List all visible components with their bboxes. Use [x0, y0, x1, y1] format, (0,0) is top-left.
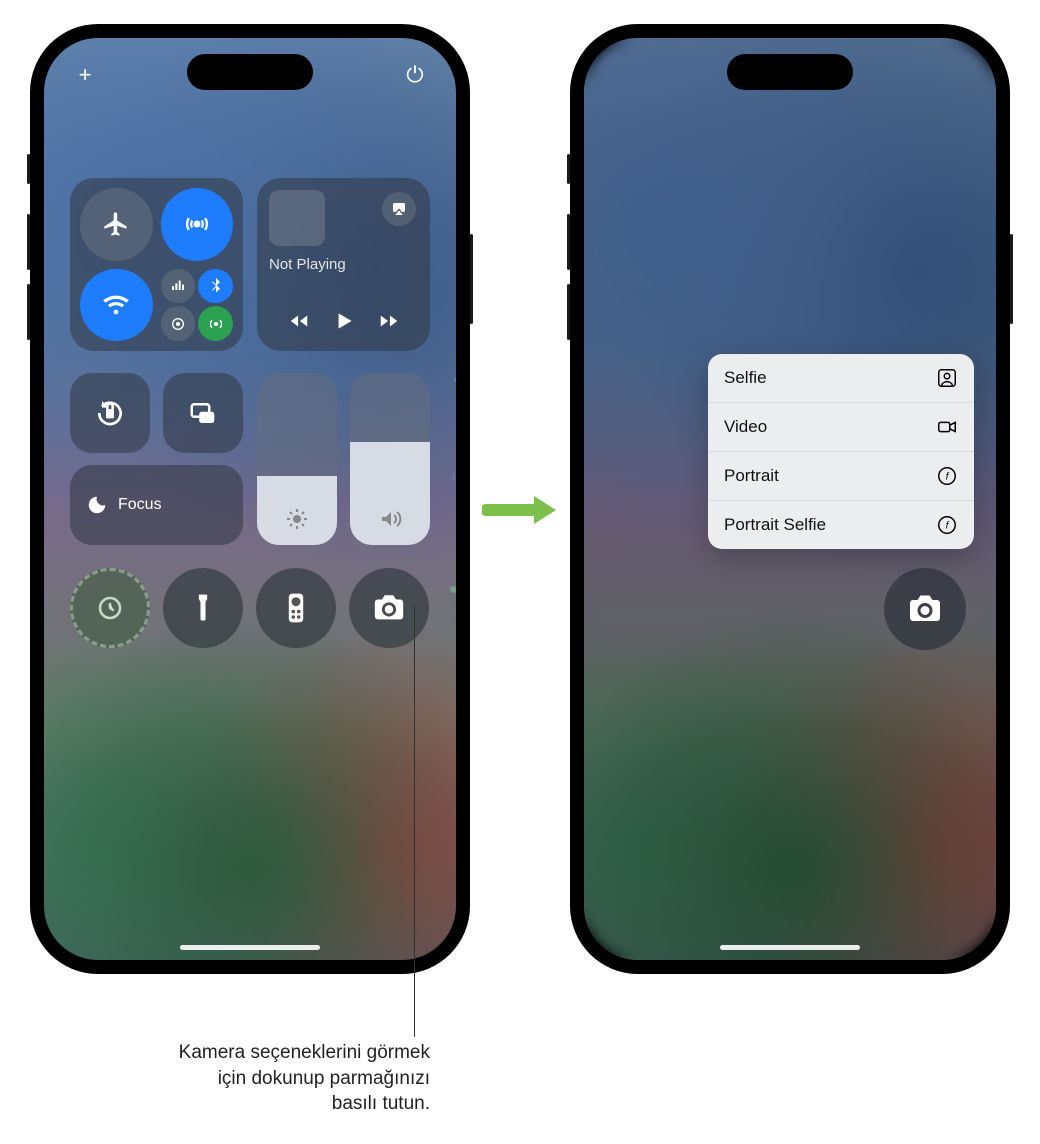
music-note-icon: ♪: [454, 421, 456, 439]
satellite-icon: [170, 316, 186, 332]
volume-icon: [378, 507, 402, 531]
media-module[interactable]: Not Playing: [257, 178, 430, 351]
focus-label: Focus: [118, 496, 162, 514]
camera-button[interactable]: [349, 568, 429, 648]
now-playing-label: Not Playing: [269, 256, 418, 273]
camera-menu-portrait-selfie[interactable]: Portrait Selfie f: [708, 500, 974, 549]
page-indicator: [450, 586, 456, 623]
bluetooth-icon: [208, 278, 224, 294]
screen-mirroring-button[interactable]: [163, 373, 243, 453]
dynamic-island: [187, 54, 313, 90]
power-icon: ⏻: [406, 62, 423, 88]
camera-menu-portrait[interactable]: Portrait f: [708, 451, 974, 500]
menu-item-label: Portrait: [724, 466, 779, 486]
iphone-left-frame: + ⏻: [30, 24, 470, 974]
camera-icon: [907, 591, 943, 627]
cellular-icon: [170, 278, 186, 294]
menu-item-label: Selfie: [724, 368, 767, 388]
plus-icon: +: [79, 62, 92, 88]
dynamic-island: [727, 54, 853, 90]
cellular-toggle[interactable]: [161, 269, 196, 304]
brightness-slider[interactable]: [257, 373, 337, 545]
remote-button[interactable]: [256, 568, 336, 648]
sun-icon: [285, 507, 309, 531]
control-center-screen: + ⏻: [44, 38, 456, 960]
svg-text:f: f: [946, 472, 950, 483]
orientation-lock-icon: [94, 397, 126, 429]
menu-item-label: Video: [724, 417, 767, 437]
camera-context-menu-screen: Selfie Video Portrait f Portrait Selfie …: [584, 38, 996, 960]
orientation-lock-toggle[interactable]: [70, 373, 150, 453]
play-button[interactable]: [331, 308, 357, 339]
airdrop-icon: [183, 210, 211, 238]
aperture-icon: f: [936, 465, 958, 487]
play-icon: [331, 308, 357, 334]
volume-slider[interactable]: [350, 373, 430, 545]
home-indicator: [720, 945, 860, 950]
forward-icon: [378, 310, 400, 332]
camera-icon: [372, 591, 406, 625]
home-indicator: [180, 945, 320, 950]
screen-mirroring-icon: [188, 398, 218, 428]
rewind-button[interactable]: [288, 310, 310, 337]
power-button[interactable]: ⏻: [400, 60, 430, 90]
apple-tv-remote-icon: [287, 591, 305, 625]
focus-button[interactable]: Focus: [70, 465, 243, 545]
timer-button[interactable]: [70, 568, 150, 648]
svg-text:f: f: [946, 521, 950, 532]
connectivity-module[interactable]: [70, 178, 243, 351]
signal-tower-icon: [450, 469, 456, 490]
favorite-heart-icon: ♥: [453, 373, 456, 391]
add-control-button[interactable]: +: [70, 60, 100, 90]
callout-text: Kamera seçeneklerini görmek için dokunup…: [170, 1040, 430, 1117]
forward-button[interactable]: [378, 310, 400, 337]
callout-leader-line: [414, 605, 415, 1037]
hotspot-icon: [208, 316, 224, 332]
hotspot-toggle[interactable]: [198, 306, 233, 341]
menu-item-label: Portrait Selfie: [724, 515, 826, 535]
transition-arrow-icon: [482, 490, 560, 530]
moon-icon: [86, 494, 108, 516]
camera-menu-selfie[interactable]: Selfie: [708, 354, 974, 402]
media-artwork: [269, 190, 325, 246]
flashlight-button[interactable]: [163, 568, 243, 648]
video-icon: [936, 416, 958, 438]
airplane-mode-toggle[interactable]: [80, 188, 153, 261]
iphone-right-frame: Selfie Video Portrait f Portrait Selfie …: [570, 24, 1010, 974]
airplay-icon: [390, 200, 408, 218]
camera-menu-video[interactable]: Video: [708, 402, 974, 451]
airdrop-toggle[interactable]: [161, 188, 234, 261]
camera-context-menu: Selfie Video Portrait f Portrait Selfie …: [708, 354, 974, 549]
camera-button[interactable]: [884, 568, 966, 650]
timer-icon: [95, 593, 125, 623]
bluetooth-toggle[interactable]: [198, 269, 233, 304]
wifi-toggle[interactable]: [80, 269, 153, 342]
satellite-toggle[interactable]: [161, 306, 196, 341]
aperture-icon: f: [936, 514, 958, 536]
flashlight-icon: [193, 591, 213, 625]
airplay-button[interactable]: [382, 192, 416, 226]
person-square-icon: [936, 367, 958, 389]
wifi-icon: [102, 291, 130, 319]
rewind-icon: [288, 310, 310, 332]
connectivity-subgrid[interactable]: [161, 269, 234, 342]
airplane-icon: [102, 210, 130, 238]
